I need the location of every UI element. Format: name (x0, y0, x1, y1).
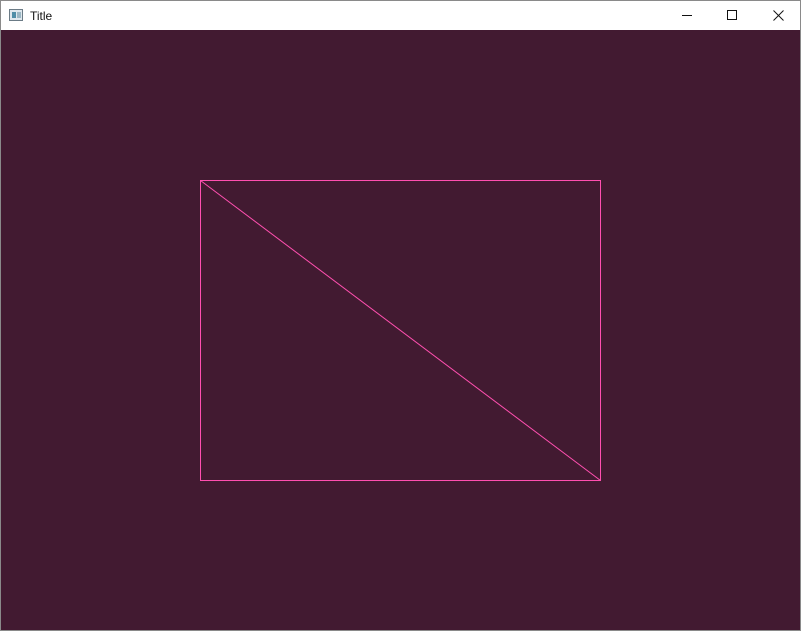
canvas-drawing (200, 180, 601, 481)
diagonal-line (200, 180, 601, 481)
app-window-icon (9, 9, 23, 21)
window-title: Title (30, 9, 53, 23)
app-icon-pane-right (17, 12, 21, 18)
app-icon-pane-left (12, 12, 16, 18)
maximize-icon (727, 10, 737, 20)
minimize-icon (682, 15, 692, 16)
app-window: Title (0, 0, 801, 631)
render-canvas[interactable] (1, 30, 800, 630)
close-button[interactable] (755, 1, 800, 30)
close-icon (773, 10, 784, 21)
title-bar[interactable]: Title (1, 0, 800, 30)
minimize-button[interactable] (664, 1, 710, 30)
maximize-button[interactable] (709, 1, 755, 30)
